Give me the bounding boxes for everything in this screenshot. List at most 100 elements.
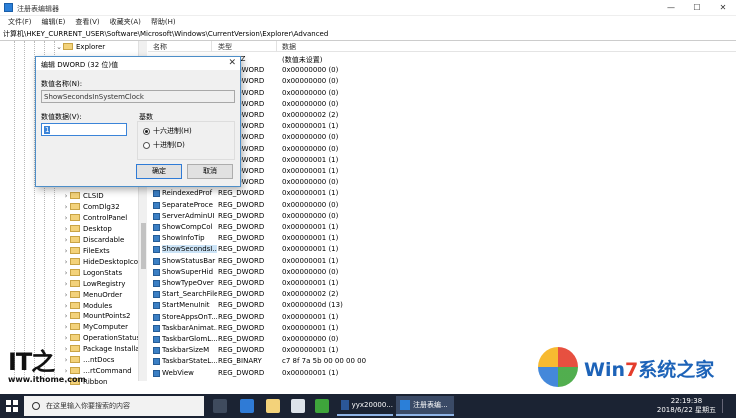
column-divider[interactable]	[211, 41, 212, 52]
edit-dword-dialog: 编辑 DWORD (32 位)值 ✕ 数值名称(N): ShowSecondsI…	[35, 56, 241, 187]
tree-item[interactable]: › ControlPanel	[62, 212, 128, 223]
ithome-logo: IT之	[8, 348, 55, 376]
table-row[interactable]: Start_SearchFiles REG_DWORD 0x00000002 (2)	[150, 289, 730, 300]
table-row[interactable]: StartMenuInit REG_DWORD 0x0000000d (13)	[150, 300, 730, 311]
chevron-right-icon[interactable]: ›	[62, 214, 70, 222]
value-data-label: 数值数据(V):	[41, 113, 82, 121]
file-explorer-icon[interactable]	[266, 399, 280, 413]
binary-value-icon	[153, 280, 160, 287]
value-data: (数值未设置)	[282, 56, 323, 64]
table-row[interactable]: ShowSecondsI... REG_DWORD 0x00000001 (1)	[150, 244, 730, 255]
radio-unselected-icon[interactable]	[143, 141, 150, 149]
radio-decimal[interactable]: 十进制(D)	[143, 140, 185, 150]
chevron-right-icon[interactable]: ›	[62, 236, 70, 244]
table-row[interactable]: ShowTypeOver REG_DWORD 0x00000001 (1)	[150, 278, 730, 289]
maximize-button[interactable]: ☐	[684, 0, 710, 16]
value-type: REG_DWORD	[218, 346, 265, 354]
tree-item[interactable]: › MyComputer	[62, 321, 128, 332]
ithome-url: www.ithome.com	[8, 375, 86, 384]
value-data-input[interactable]: 1	[41, 123, 127, 136]
clock[interactable]: 22:19:38 2018/6/22 星期五	[657, 397, 716, 415]
menu-help[interactable]: 帮助(H)	[146, 16, 181, 29]
chevron-right-icon[interactable]: ›	[62, 323, 70, 331]
table-row[interactable]: ShowCompCol REG_DWORD 0x00000001 (1)	[150, 222, 730, 233]
show-desktop-button[interactable]	[722, 399, 732, 413]
chevron-right-icon[interactable]: ›	[62, 258, 70, 266]
value-data: 0x00000001 (1)	[282, 245, 339, 253]
edge-icon[interactable]	[240, 399, 254, 413]
table-row[interactable]: SeparateProce REG_DWORD 0x00000000 (0)	[150, 200, 730, 211]
table-row[interactable]: StoreAppsOnT... REG_DWORD 0x00000001 (1)	[150, 312, 730, 323]
tree-item[interactable]: › MenuOrder	[62, 289, 123, 300]
task-view-icon[interactable]	[213, 399, 227, 413]
chevron-down-icon[interactable]: ⌄	[55, 43, 63, 51]
tree-item[interactable]: › Discardable	[62, 234, 125, 245]
tree-item-explorer[interactable]: ⌄ Explorer	[55, 41, 105, 52]
tree-item[interactable]: › LogonStats	[62, 267, 123, 278]
tree-item-label: Modules	[83, 301, 113, 310]
taskbar-search[interactable]: 在这里输入你要搜索的内容	[24, 396, 204, 416]
regedit-icon	[4, 3, 13, 12]
chevron-right-icon[interactable]: ›	[62, 192, 70, 200]
tree-item[interactable]: › CLSID	[62, 190, 104, 201]
tree-guide-line	[24, 41, 25, 381]
binary-value-icon	[153, 336, 160, 343]
ok-button[interactable]: 确定	[136, 164, 182, 179]
address-bar[interactable]: 计算机\HKEY_CURRENT_USER\Software\Microsoft…	[0, 29, 736, 41]
chevron-right-icon[interactable]: ›	[62, 312, 70, 320]
radio-hexadecimal-label: 十六进制(H)	[153, 127, 192, 135]
value-type: REG_DWORD	[218, 245, 265, 253]
tree-item[interactable]: › OperationStatusM	[62, 332, 147, 343]
table-row[interactable]: ReindexedProf REG_DWORD 0x00000001 (1)	[150, 188, 730, 199]
tree-item[interactable]: › Desktop	[62, 223, 112, 234]
value-type: REG_DWORD	[218, 257, 265, 265]
chevron-right-icon[interactable]: ›	[62, 280, 70, 288]
chevron-right-icon[interactable]: ›	[62, 334, 70, 342]
close-button[interactable]: ✕	[710, 0, 736, 16]
task-regedit[interactable]: 注册表编...	[396, 396, 454, 416]
regedit-task-icon	[400, 400, 410, 410]
menu-file[interactable]: 文件(F)	[3, 16, 37, 29]
tree-item[interactable]: › LowRegistry	[62, 278, 126, 289]
column-type[interactable]: 类型	[218, 42, 232, 52]
radio-selected-icon[interactable]	[143, 127, 150, 135]
menu-edit[interactable]: 编辑(E)	[37, 16, 71, 29]
tree-scrollbar-thumb[interactable]	[141, 223, 146, 269]
tree-item[interactable]: › MountPoints2	[62, 310, 131, 321]
windows-start-icon[interactable]	[6, 400, 18, 412]
task-word[interactable]: yyx20000...	[337, 396, 393, 416]
column-data[interactable]: 数据	[282, 42, 296, 52]
table-row[interactable]: TaskbarGlomL... REG_DWORD 0x00000000 (0)	[150, 334, 730, 345]
folder-icon	[63, 43, 73, 50]
chevron-right-icon[interactable]: ›	[62, 203, 70, 211]
minimize-button[interactable]: —	[658, 0, 684, 16]
chevron-right-icon[interactable]: ›	[62, 302, 70, 310]
tree-item[interactable]: › ComDlg32	[62, 201, 120, 212]
column-divider[interactable]	[276, 41, 277, 52]
chevron-right-icon[interactable]: ›	[62, 247, 70, 255]
table-row[interactable]: ShowStatusBar REG_DWORD 0x00000001 (1)	[150, 256, 730, 267]
table-row[interactable]: TaskbarAnimat... REG_DWORD 0x00000001 (1)	[150, 323, 730, 334]
menu-view[interactable]: 查看(V)	[70, 16, 104, 29]
tree-item[interactable]: › Package Installati	[62, 343, 145, 354]
chevron-right-icon[interactable]: ›	[62, 269, 70, 277]
app-icon[interactable]	[315, 399, 329, 413]
ithome-watermark: IT之 www.ithome.com	[8, 348, 86, 391]
value-type: REG_DWORD	[218, 268, 265, 276]
dialog-close-icon[interactable]: ✕	[228, 58, 236, 68]
menu-favorites[interactable]: 收藏夹(A)	[105, 16, 146, 29]
binary-value-icon	[153, 190, 160, 197]
chevron-right-icon[interactable]: ›	[62, 225, 70, 233]
clock-time: 22:19:38	[670, 397, 703, 405]
chevron-right-icon[interactable]: ›	[62, 291, 70, 299]
table-row[interactable]: ShowSuperHid REG_DWORD 0x00000000 (0)	[150, 267, 730, 278]
store-icon[interactable]	[291, 399, 305, 413]
tree-item-label: …rtCommand	[83, 366, 132, 375]
radio-hexadecimal[interactable]: 十六进制(H)	[143, 126, 192, 136]
column-name[interactable]: 名称	[153, 42, 167, 52]
table-row[interactable]: ServerAdminUI REG_DWORD 0x00000000 (0)	[150, 211, 730, 222]
table-row[interactable]: ShowInfoTip REG_DWORD 0x00000001 (1)	[150, 233, 730, 244]
cancel-button[interactable]: 取消	[187, 164, 233, 179]
tree-item[interactable]: › FileExts	[62, 245, 110, 256]
tree-item[interactable]: › HideDesktopIcon	[62, 256, 143, 267]
